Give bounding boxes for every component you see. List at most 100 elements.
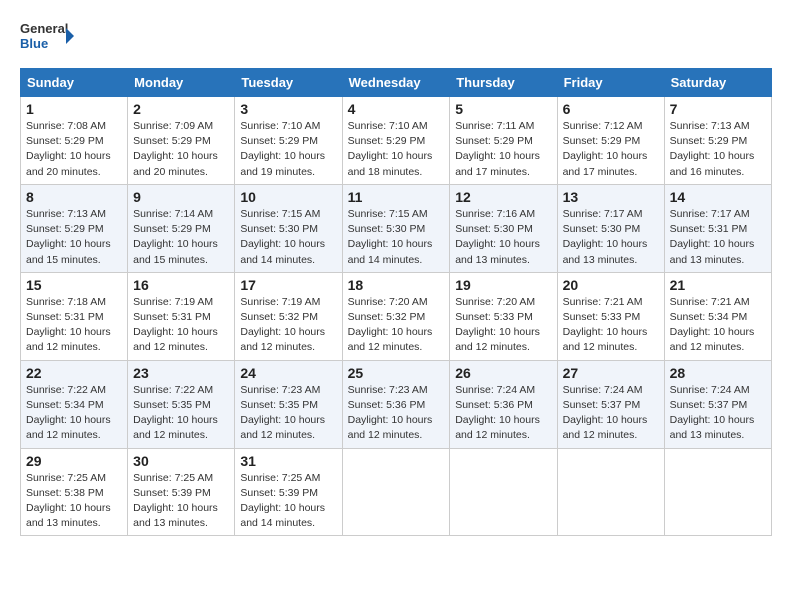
day-info: Sunrise: 7:23 AMSunset: 5:35 PMDaylight:… (240, 384, 325, 442)
calendar-day-13: 13 Sunrise: 7:17 AMSunset: 5:30 PMDaylig… (557, 184, 664, 272)
calendar-day-7: 7 Sunrise: 7:13 AMSunset: 5:29 PMDayligh… (664, 97, 771, 185)
header-thursday: Thursday (450, 69, 557, 97)
calendar-day-12: 12 Sunrise: 7:16 AMSunset: 5:30 PMDaylig… (450, 184, 557, 272)
day-info: Sunrise: 7:10 AMSunset: 5:29 PMDaylight:… (348, 120, 433, 178)
day-info: Sunrise: 7:18 AMSunset: 5:31 PMDaylight:… (26, 296, 111, 354)
day-info: Sunrise: 7:21 AMSunset: 5:34 PMDaylight:… (670, 296, 755, 354)
day-number: 12 (455, 189, 551, 205)
calendar-day-19: 19 Sunrise: 7:20 AMSunset: 5:33 PMDaylig… (450, 272, 557, 360)
calendar-day-25: 25 Sunrise: 7:23 AMSunset: 5:36 PMDaylig… (342, 360, 450, 448)
day-info: Sunrise: 7:22 AMSunset: 5:34 PMDaylight:… (26, 384, 111, 442)
day-number: 6 (563, 101, 659, 117)
calendar-day-1: 1 Sunrise: 7:08 AMSunset: 5:29 PMDayligh… (21, 97, 128, 185)
day-info: Sunrise: 7:25 AMSunset: 5:39 PMDaylight:… (240, 472, 325, 530)
empty-cell (450, 448, 557, 536)
day-info: Sunrise: 7:17 AMSunset: 5:30 PMDaylight:… (563, 208, 648, 266)
day-info: Sunrise: 7:11 AMSunset: 5:29 PMDaylight:… (455, 120, 540, 178)
day-number: 31 (240, 453, 336, 469)
day-info: Sunrise: 7:16 AMSunset: 5:30 PMDaylight:… (455, 208, 540, 266)
calendar-day-3: 3 Sunrise: 7:10 AMSunset: 5:29 PMDayligh… (235, 97, 342, 185)
day-info: Sunrise: 7:23 AMSunset: 5:36 PMDaylight:… (348, 384, 433, 442)
day-number: 28 (670, 365, 766, 381)
day-number: 9 (133, 189, 229, 205)
page-header: General Blue (20, 16, 772, 56)
day-number: 17 (240, 277, 336, 293)
day-info: Sunrise: 7:12 AMSunset: 5:29 PMDaylight:… (563, 120, 648, 178)
logo-svg: General Blue (20, 16, 75, 56)
day-info: Sunrise: 7:13 AMSunset: 5:29 PMDaylight:… (26, 208, 111, 266)
day-number: 4 (348, 101, 445, 117)
calendar-day-5: 5 Sunrise: 7:11 AMSunset: 5:29 PMDayligh… (450, 97, 557, 185)
day-number: 27 (563, 365, 659, 381)
calendar-day-17: 17 Sunrise: 7:19 AMSunset: 5:32 PMDaylig… (235, 272, 342, 360)
calendar-week-4: 22 Sunrise: 7:22 AMSunset: 5:34 PMDaylig… (21, 360, 772, 448)
empty-cell (342, 448, 450, 536)
header-saturday: Saturday (664, 69, 771, 97)
day-info: Sunrise: 7:24 AMSunset: 5:37 PMDaylight:… (670, 384, 755, 442)
day-info: Sunrise: 7:24 AMSunset: 5:36 PMDaylight:… (455, 384, 540, 442)
calendar-table: SundayMondayTuesdayWednesdayThursdayFrid… (20, 68, 772, 536)
day-number: 22 (26, 365, 122, 381)
calendar-day-26: 26 Sunrise: 7:24 AMSunset: 5:36 PMDaylig… (450, 360, 557, 448)
day-number: 29 (26, 453, 122, 469)
day-number: 3 (240, 101, 336, 117)
day-number: 23 (133, 365, 229, 381)
calendar-day-20: 20 Sunrise: 7:21 AMSunset: 5:33 PMDaylig… (557, 272, 664, 360)
day-number: 25 (348, 365, 445, 381)
day-number: 2 (133, 101, 229, 117)
day-number: 5 (455, 101, 551, 117)
header-row: SundayMondayTuesdayWednesdayThursdayFrid… (21, 69, 772, 97)
calendar-day-27: 27 Sunrise: 7:24 AMSunset: 5:37 PMDaylig… (557, 360, 664, 448)
day-info: Sunrise: 7:20 AMSunset: 5:32 PMDaylight:… (348, 296, 433, 354)
day-info: Sunrise: 7:22 AMSunset: 5:35 PMDaylight:… (133, 384, 218, 442)
calendar-day-31: 31 Sunrise: 7:25 AMSunset: 5:39 PMDaylig… (235, 448, 342, 536)
header-tuesday: Tuesday (235, 69, 342, 97)
day-number: 8 (26, 189, 122, 205)
day-info: Sunrise: 7:14 AMSunset: 5:29 PMDaylight:… (133, 208, 218, 266)
day-number: 7 (670, 101, 766, 117)
day-number: 30 (133, 453, 229, 469)
calendar-day-8: 8 Sunrise: 7:13 AMSunset: 5:29 PMDayligh… (21, 184, 128, 272)
svg-text:General: General (20, 21, 68, 36)
calendar-day-21: 21 Sunrise: 7:21 AMSunset: 5:34 PMDaylig… (664, 272, 771, 360)
day-number: 20 (563, 277, 659, 293)
day-number: 13 (563, 189, 659, 205)
day-number: 1 (26, 101, 122, 117)
day-number: 18 (348, 277, 445, 293)
day-number: 26 (455, 365, 551, 381)
calendar-day-24: 24 Sunrise: 7:23 AMSunset: 5:35 PMDaylig… (235, 360, 342, 448)
svg-text:Blue: Blue (20, 36, 48, 51)
calendar-day-9: 9 Sunrise: 7:14 AMSunset: 5:29 PMDayligh… (128, 184, 235, 272)
calendar-day-2: 2 Sunrise: 7:09 AMSunset: 5:29 PMDayligh… (128, 97, 235, 185)
day-info: Sunrise: 7:13 AMSunset: 5:29 PMDaylight:… (670, 120, 755, 178)
day-number: 14 (670, 189, 766, 205)
day-info: Sunrise: 7:21 AMSunset: 5:33 PMDaylight:… (563, 296, 648, 354)
day-number: 15 (26, 277, 122, 293)
day-info: Sunrise: 7:08 AMSunset: 5:29 PMDaylight:… (26, 120, 111, 178)
calendar-day-15: 15 Sunrise: 7:18 AMSunset: 5:31 PMDaylig… (21, 272, 128, 360)
day-number: 11 (348, 189, 445, 205)
day-info: Sunrise: 7:19 AMSunset: 5:31 PMDaylight:… (133, 296, 218, 354)
calendar-day-23: 23 Sunrise: 7:22 AMSunset: 5:35 PMDaylig… (128, 360, 235, 448)
calendar-day-28: 28 Sunrise: 7:24 AMSunset: 5:37 PMDaylig… (664, 360, 771, 448)
day-info: Sunrise: 7:25 AMSunset: 5:39 PMDaylight:… (133, 472, 218, 530)
day-number: 24 (240, 365, 336, 381)
day-info: Sunrise: 7:09 AMSunset: 5:29 PMDaylight:… (133, 120, 218, 178)
day-number: 21 (670, 277, 766, 293)
calendar-day-29: 29 Sunrise: 7:25 AMSunset: 5:38 PMDaylig… (21, 448, 128, 536)
header-friday: Friday (557, 69, 664, 97)
empty-cell (557, 448, 664, 536)
calendar-day-4: 4 Sunrise: 7:10 AMSunset: 5:29 PMDayligh… (342, 97, 450, 185)
empty-cell (664, 448, 771, 536)
calendar-day-6: 6 Sunrise: 7:12 AMSunset: 5:29 PMDayligh… (557, 97, 664, 185)
calendar-day-22: 22 Sunrise: 7:22 AMSunset: 5:34 PMDaylig… (21, 360, 128, 448)
day-info: Sunrise: 7:15 AMSunset: 5:30 PMDaylight:… (240, 208, 325, 266)
calendar-day-10: 10 Sunrise: 7:15 AMSunset: 5:30 PMDaylig… (235, 184, 342, 272)
logo: General Blue (20, 16, 75, 56)
day-info: Sunrise: 7:25 AMSunset: 5:38 PMDaylight:… (26, 472, 111, 530)
calendar-day-30: 30 Sunrise: 7:25 AMSunset: 5:39 PMDaylig… (128, 448, 235, 536)
calendar-day-16: 16 Sunrise: 7:19 AMSunset: 5:31 PMDaylig… (128, 272, 235, 360)
calendar-day-18: 18 Sunrise: 7:20 AMSunset: 5:32 PMDaylig… (342, 272, 450, 360)
header-monday: Monday (128, 69, 235, 97)
calendar-week-1: 1 Sunrise: 7:08 AMSunset: 5:29 PMDayligh… (21, 97, 772, 185)
